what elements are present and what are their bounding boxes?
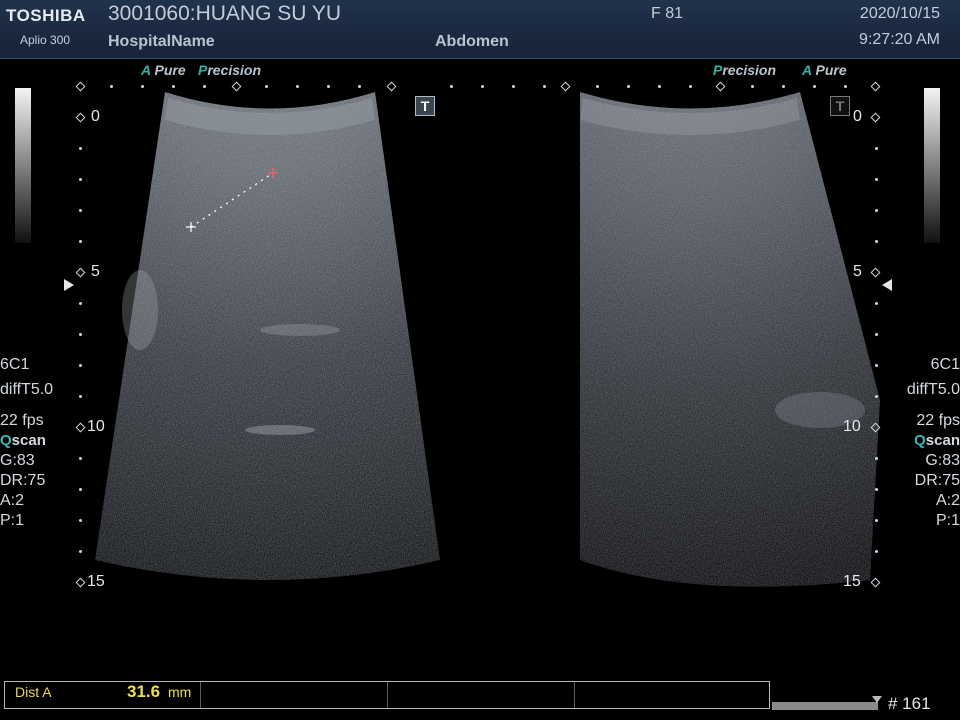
exam-time: 9:27:20 AM (859, 31, 940, 48)
depth-label-5-right: 5 (853, 263, 862, 280)
depth-label-15: 15 (87, 573, 105, 590)
brand-logo: TOSHIBA (6, 6, 86, 25)
precision-label-left: Precision (198, 62, 262, 78)
measurement-cell-dist-a[interactable]: Dist A 31.6 mm (5, 682, 201, 708)
depth-label-10: 10 (87, 418, 105, 435)
dynamic-range-value-right: DR:75 (914, 472, 960, 489)
depth-label-0: 0 (91, 108, 100, 125)
measurement-unit: mm (168, 684, 192, 700)
image-mode: diffT5.0 (0, 381, 54, 398)
tissue-mode-right-icon[interactable]: T (830, 96, 850, 116)
grayscale-bar-right (924, 88, 940, 243)
measurement-cell-empty-2[interactable] (388, 682, 575, 708)
patient-sex-age: F 81 (651, 5, 684, 22)
cine-bar[interactable] (772, 702, 878, 710)
measurement-cell-empty-1[interactable] (201, 682, 388, 708)
focus-marker-left-icon[interactable] (64, 279, 74, 291)
dynamic-range-value: DR:75 (0, 472, 46, 489)
measurement-cell-empty-3[interactable] (575, 682, 769, 708)
depth-label-10-right: 10 (843, 418, 861, 435)
gain-value: G:83 (0, 452, 35, 469)
measurement-name: Dist A (15, 684, 52, 700)
apure-label-right: A Pure (802, 62, 847, 78)
focus-marker-right-icon[interactable] (882, 279, 892, 291)
exam-date: 2020/10/15 (859, 5, 940, 22)
persistence-value-right: P:1 (935, 512, 960, 529)
apure-label-left: A Pure (141, 62, 186, 78)
probe-type-right: 6C1 (930, 356, 960, 373)
exam-type: Abdomen (435, 33, 509, 50)
gain-value-right: G:83 (925, 452, 960, 469)
frame-number: # 161 (888, 694, 931, 713)
hospital-name: HospitalName (108, 33, 215, 50)
model-name: Aplio 300 (20, 33, 71, 47)
qscan-label: Qscan (0, 432, 46, 449)
tissue-mode-left-icon[interactable]: T (415, 96, 435, 116)
frame-rate-right: 22 fps (916, 412, 960, 429)
patient-id-name: 3001060:HUANG SU YU (108, 2, 342, 25)
params-right: 6C1 diffT5.0 22 fps Qscan G:83 DR:75 A:2… (907, 355, 960, 531)
acoustic-power-value: A:2 (0, 492, 25, 509)
grayscale-bar-left (15, 88, 31, 243)
ultrasound-image (95, 92, 880, 587)
precision-label-right: Precision (713, 62, 777, 78)
cine-marker-icon[interactable] (872, 696, 882, 703)
probe-type: 6C1 (0, 356, 30, 373)
depth-label-5: 5 (91, 263, 100, 280)
frame-rate: 22 fps (0, 412, 44, 429)
persistence-value: P:1 (0, 512, 25, 529)
acoustic-power-value-right: A:2 (935, 492, 960, 509)
image-mode-right: diffT5.0 (906, 381, 960, 398)
depth-label-15-right: 15 (843, 573, 861, 590)
header-bar: TOSHIBA Aplio 300 3001060:HUANG SU YU Ho… (0, 0, 960, 59)
params-left: 6C1 diffT5.0 22 fps Qscan G:83 DR:75 A:2… (0, 355, 53, 531)
measurement-value: 31.6 (127, 682, 161, 701)
qscan-label-right: Qscan (914, 432, 960, 449)
measurement-panel: Dist A 31.6 mm (4, 681, 770, 709)
depth-label-0-right: 0 (853, 108, 862, 125)
